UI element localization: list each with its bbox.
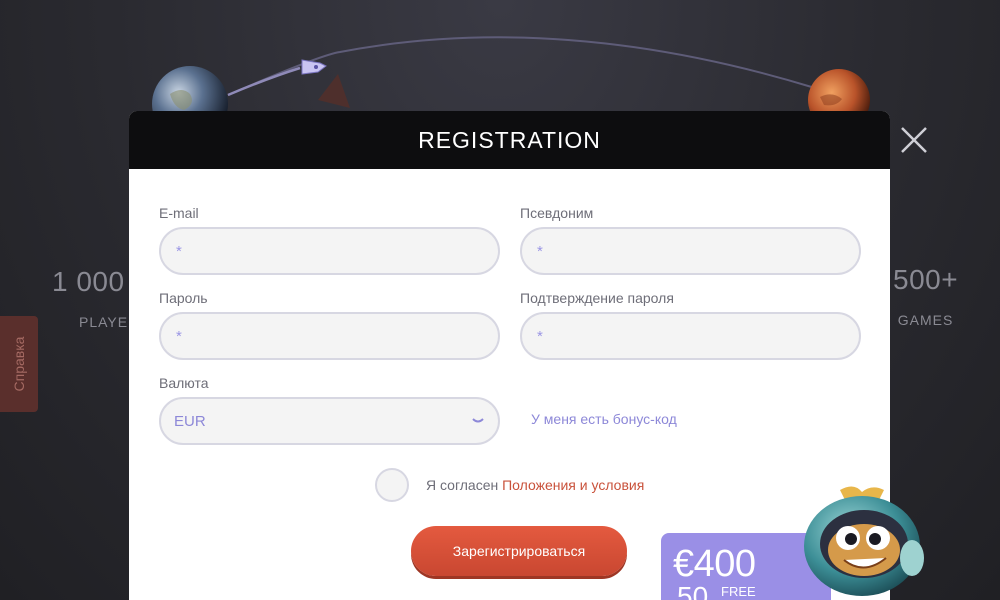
rocket-flame — [318, 74, 350, 108]
mascot-character — [804, 486, 924, 596]
close-icon[interactable] — [898, 124, 930, 156]
email-label: E-mail — [159, 205, 199, 221]
email-input-wrapper — [159, 227, 500, 275]
terms-prefix: Я согласен — [426, 477, 499, 493]
games-stat: 500+ GAMES — [893, 264, 958, 328]
promo-amount-secondary: 50 — [677, 581, 709, 600]
help-tab-label: Справка — [11, 336, 27, 392]
help-tab[interactable]: Справка — [0, 316, 38, 412]
currency-value: EUR — [174, 412, 206, 430]
terms-link[interactable]: Положения и условия — [502, 477, 644, 493]
currency-field: Валюта EUR — [159, 375, 500, 445]
registration-modal: REGISTRATION E-mail Псевдоним Пароль Под… — [129, 111, 890, 600]
password-label: Пароль — [159, 290, 208, 306]
email-input[interactable] — [174, 241, 485, 261]
games-stat-label: GAMES — [897, 312, 954, 328]
promo-amount: €400 — [673, 543, 756, 585]
password-confirm-input[interactable] — [535, 326, 846, 346]
bonus-code-link[interactable]: У меня есть бонус-код — [531, 411, 677, 427]
password-input-wrapper — [159, 312, 500, 360]
terms-checkbox[interactable] — [375, 468, 409, 502]
mascot-ear — [900, 540, 924, 576]
password-field: Пароль — [159, 290, 500, 360]
password-confirm-label: Подтверждение пароля — [520, 290, 674, 306]
email-field: E-mail — [159, 205, 500, 275]
orbit-trail — [227, 66, 301, 97]
chevron-down-icon — [472, 418, 484, 423]
currency-select[interactable]: EUR — [159, 397, 500, 445]
modal-header: REGISTRATION — [129, 111, 890, 169]
terms-agreement: Я согласен Положения и условия — [375, 468, 644, 502]
games-stat-value: 500+ — [893, 264, 959, 295]
password-input[interactable] — [174, 326, 485, 346]
register-button[interactable]: Зарегистрироваться — [411, 526, 627, 576]
password-confirm-field: Подтверждение пароля — [520, 290, 861, 360]
modal-title: REGISTRATION — [418, 126, 601, 153]
nickname-field: Псевдоним — [520, 205, 861, 275]
rocket-icon — [301, 59, 327, 75]
nickname-input-wrapper — [520, 227, 861, 275]
currency-label: Валюта — [159, 375, 209, 391]
password-confirm-input-wrapper — [520, 312, 861, 360]
promo-free-label: FREE — [721, 584, 756, 599]
nickname-label: Псевдоним — [520, 205, 594, 221]
terms-text: Я согласен Положения и условия — [426, 477, 644, 493]
nickname-input[interactable] — [535, 241, 846, 261]
